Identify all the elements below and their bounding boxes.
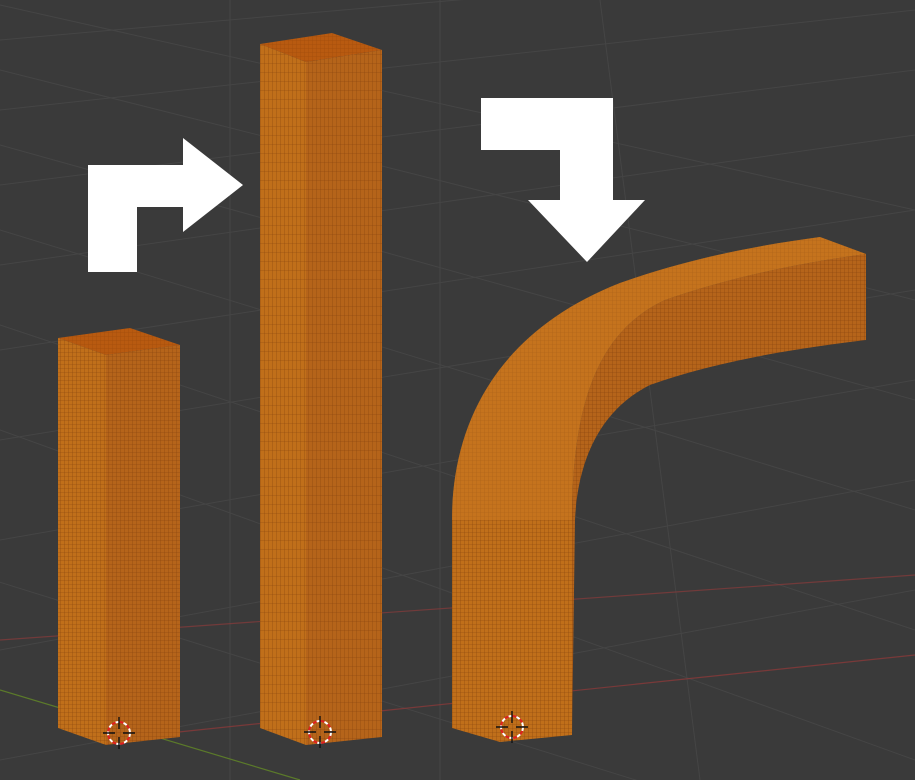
tall-bar-side-face <box>306 50 382 745</box>
tall-bar-front-face <box>260 44 306 745</box>
tall-bar-mesh[interactable] <box>260 33 382 745</box>
short-bar-side-face <box>106 345 180 745</box>
3d-viewport[interactable] <box>0 0 915 780</box>
short-bar-mesh[interactable] <box>58 328 180 745</box>
short-bar-front-face <box>58 338 106 745</box>
viewport-canvas[interactable] <box>0 0 915 780</box>
